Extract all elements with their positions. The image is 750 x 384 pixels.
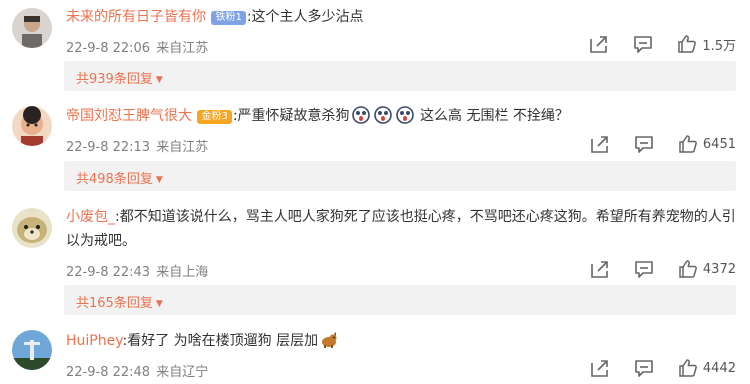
like-icon[interactable] <box>677 357 699 379</box>
avatar[interactable] <box>12 8 52 48</box>
comment-actions: 6451 <box>589 133 736 155</box>
comment-meta: 22-9-8 22:48 来自辽宁 <box>66 361 210 380</box>
view-replies-link[interactable]: 共165条回复 ▼ <box>76 292 163 311</box>
replies-box: 共498条回复 ▼ <box>64 161 736 191</box>
share-icon[interactable] <box>589 258 611 280</box>
like-icon[interactable] <box>677 258 699 280</box>
replies-box: 共165条回复 ▼ <box>64 285 736 315</box>
share-icon[interactable] <box>588 33 610 55</box>
timestamp: 22-9-8 22:43 <box>66 265 151 280</box>
username[interactable]: 小废包_ <box>66 209 115 225</box>
comment-text: :都不知道该说什么，骂主人吧人家狗死了应该也挺心疼，不骂吧还心疼这狗。希望所有养… <box>66 209 736 249</box>
like-count: 4442 <box>702 360 736 376</box>
share-icon[interactable] <box>589 357 611 379</box>
location: 来自江苏 <box>156 140 209 155</box>
comment-text: :严重怀疑故意杀狗 <box>232 108 350 124</box>
caret-down-icon: ▼ <box>155 175 163 185</box>
replies-count: 共939条回复 <box>76 72 153 87</box>
comment-icon[interactable] <box>632 33 654 55</box>
comment-line: 未来的所有日子皆有你 铁粉1:这个主人多少沾点 <box>66 7 364 27</box>
username[interactable]: 未来的所有日子皆有你 <box>66 9 206 25</box>
timestamp: 22-9-8 22:06 <box>66 41 151 56</box>
like-count: 1.5万 <box>702 38 736 54</box>
avatar[interactable] <box>12 106 52 146</box>
location: 来自辽宁 <box>156 365 209 380</box>
comment-line: 小废包_:都不知道该说什么，骂主人吧人家狗死了应该也挺心疼，不骂吧还心疼这狗。希… <box>66 205 736 253</box>
comment-meta: 22-9-8 22:43 来自上海 <box>66 261 210 280</box>
shocked-emoji-icon <box>395 106 414 124</box>
comment-icon[interactable] <box>633 258 655 280</box>
share-icon[interactable] <box>589 133 611 155</box>
like-icon[interactable] <box>676 33 698 55</box>
like-icon[interactable] <box>677 133 699 155</box>
shocked-emoji-icon <box>351 106 370 124</box>
comment-line: HuiPhey:看好了 为啥在楼顶遛狗 层层加 <box>66 331 340 351</box>
comment-actions: 4442 <box>589 357 736 379</box>
like-count: 4372 <box>702 261 736 277</box>
username[interactable]: HuiPhey <box>66 333 123 349</box>
comment-icon[interactable] <box>633 357 655 379</box>
comment-meta: 22-9-8 22:13 来自江苏 <box>66 136 210 155</box>
like-count: 6451 <box>702 136 736 152</box>
view-replies-link[interactable]: 共498条回复 ▼ <box>76 168 163 187</box>
timestamp: 22-9-8 22:13 <box>66 140 151 155</box>
timestamp: 22-9-8 22:48 <box>66 365 151 380</box>
fan-badge[interactable]: 金粉3 <box>197 110 232 124</box>
fan-badge[interactable]: 铁粉1 <box>211 11 246 25</box>
comment-text: :看好了 为啥在楼顶遛狗 层层加 <box>122 333 319 349</box>
comment-meta: 22-9-8 22:06 来自江苏 <box>66 37 210 56</box>
caret-down-icon: ▼ <box>155 299 163 309</box>
shocked-emoji-icon <box>373 106 392 124</box>
comment-text-continued: 这么高 无围栏 不拴绳？ <box>415 108 569 124</box>
comment-icon[interactable] <box>633 133 655 155</box>
comment-actions: 1.5万 <box>588 33 736 55</box>
dog-emoji-icon <box>320 331 338 349</box>
caret-down-icon: ▼ <box>155 75 163 85</box>
replies-count: 共165条回复 <box>76 296 153 311</box>
location: 来自江苏 <box>156 41 209 56</box>
username[interactable]: 帝国刘怼王脾气很大 <box>66 108 192 124</box>
view-replies-link[interactable]: 共939条回复 ▼ <box>76 68 163 87</box>
avatar[interactable] <box>12 330 52 370</box>
replies-count: 共498条回复 <box>76 172 153 187</box>
comment-text: :这个主人多少沾点 <box>246 9 364 25</box>
replies-box: 共939条回复 ▼ <box>64 61 736 91</box>
avatar[interactable] <box>12 208 52 248</box>
comment-actions: 4372 <box>589 258 736 280</box>
location: 来自上海 <box>156 265 209 280</box>
comment-line: 帝国刘怼王脾气很大 金粉3:严重怀疑故意杀狗 这么高 无围栏 不拴绳？ <box>66 106 569 126</box>
